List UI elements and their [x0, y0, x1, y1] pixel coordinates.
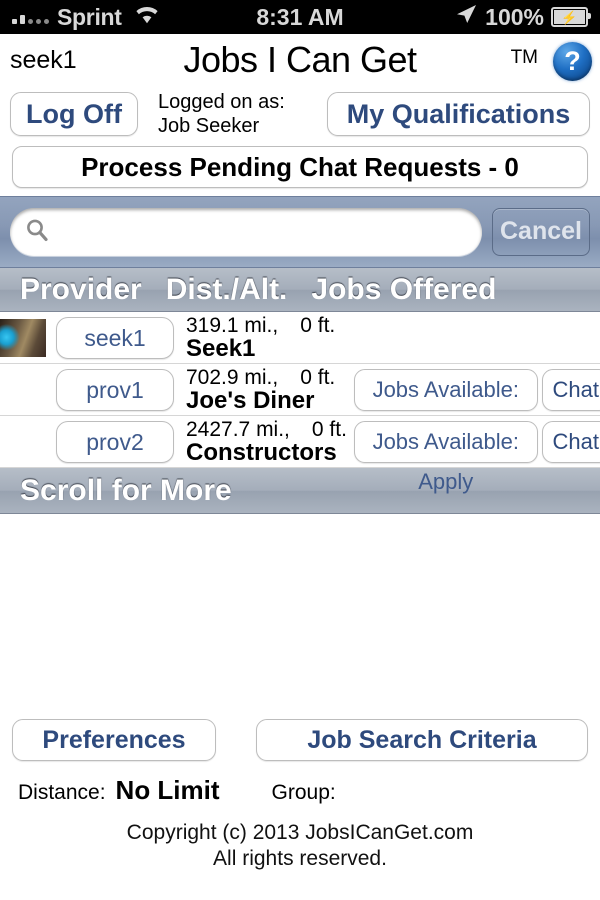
table-row[interactable]: seek1 319.1 mi., 0 ft. Seek1: [0, 312, 600, 364]
battery-percent-label: 100%: [485, 3, 544, 30]
status-bar: Sprint 8:31 AM 100% ⚡: [0, 0, 600, 34]
account-action-row: Log Off Logged on as: Job Seeker My Qual…: [0, 86, 600, 140]
logged-on-label: Logged on as:: [158, 91, 285, 113]
altitude-value: 0 ft.: [300, 313, 336, 337]
search-icon: [24, 217, 50, 248]
distance-line: 2427.7 mi., 0 ft.: [186, 417, 354, 441]
distance-block: 319.1 mi., 0 ft. Seek1: [186, 313, 354, 362]
search-cancel-button[interactable]: Cancel: [492, 208, 590, 256]
column-header-provider: Provider: [20, 272, 142, 306]
altitude-value: 0 ft.: [300, 365, 336, 389]
scroll-for-more-bar[interactable]: Scroll for More: [0, 468, 600, 514]
provider-thumbnail: [0, 318, 46, 357]
altitude-value: 0 ft.: [311, 417, 347, 441]
table-row[interactable]: prov2 2427.7 mi., 0 ft. Constructors Jobs…: [0, 416, 600, 494]
help-icon[interactable]: ?: [553, 42, 592, 81]
empty-list-area: [0, 514, 600, 719]
status-bar-left: Sprint: [12, 3, 160, 31]
jobs-available-apply-button[interactable]: Jobs Available: Apply: [354, 420, 538, 494]
provider-name: Constructors: [186, 438, 337, 466]
process-pending-chat-requests-button[interactable]: Process Pending Chat Requests - 0: [12, 146, 588, 188]
provider-name: Joe's Diner: [186, 386, 315, 414]
distance-block: 2427.7 mi., 0 ft. Constructors: [186, 417, 354, 466]
group-filter-label: Group:: [271, 781, 336, 804]
search-bar: Cancel: [0, 196, 600, 268]
provider-id-button[interactable]: prov2: [56, 420, 174, 463]
title-bar: seek1 Jobs I Can Get TM ?: [0, 34, 600, 86]
distance-value: 319.1 mi.,: [186, 313, 279, 337]
filter-summary-row: Distance: No Limit Group:: [0, 761, 600, 806]
distance-filter-value: No Limit: [115, 775, 220, 805]
trademark-label: TM: [510, 47, 538, 68]
column-header-distance: Dist./Alt.: [165, 272, 288, 306]
logged-on-role: Job Seeker: [158, 115, 260, 137]
copyright-block: Copyright (c) 2013 JobsICanGet.com All r…: [0, 806, 600, 872]
distance-line: 319.1 mi., 0 ft.: [186, 313, 354, 337]
my-qualifications-button[interactable]: My Qualifications: [327, 92, 590, 136]
provider-id-button[interactable]: seek1: [56, 316, 174, 359]
distance-filter-label: Distance:: [18, 781, 106, 804]
chat-button[interactable]: Chat: [541, 368, 600, 411]
carrier-label: Sprint: [57, 3, 122, 30]
copyright-line-1: Copyright (c) 2013 JobsICanGet.com: [126, 821, 474, 844]
distance-value: 2427.7 mi.,: [186, 417, 290, 441]
log-off-button[interactable]: Log Off: [10, 92, 138, 136]
logged-in-user-tag: seek1: [10, 45, 77, 74]
provider-list: seek1 319.1 mi., 0 ft. Seek1 prov1 702.9 …: [0, 312, 600, 494]
distance-value: 702.9 mi.,: [186, 365, 279, 389]
row-actions: Jobs Available: Apply Chat: [354, 368, 600, 442]
table-header: Provider Dist./Alt. Jobs Offered: [0, 268, 600, 312]
distance-block: 702.9 mi., 0 ft. Joe's Diner: [186, 365, 354, 414]
provider-id-button[interactable]: prov1: [56, 368, 174, 411]
distance-line: 702.9 mi., 0 ft.: [186, 365, 354, 389]
status-bar-right: 100% ⚡: [454, 3, 591, 31]
search-input[interactable]: [60, 217, 468, 247]
battery-charging-icon: ⚡: [551, 7, 591, 27]
signal-bars-icon: [12, 10, 49, 24]
logged-on-as-block: Logged on as: Job Seeker: [146, 90, 285, 138]
chat-requests-row: Process Pending Chat Requests - 0: [0, 140, 600, 196]
jobs-available-apply-button[interactable]: Jobs Available: Apply: [354, 368, 538, 442]
job-search-criteria-button[interactable]: Job Search Criteria: [256, 719, 588, 761]
search-field[interactable]: [10, 208, 482, 256]
copyright-line-2: All rights reserved.: [213, 847, 387, 870]
location-arrow-icon: [454, 3, 478, 31]
preferences-button[interactable]: Preferences: [12, 719, 216, 761]
provider-name: Seek1: [186, 334, 256, 362]
table-row[interactable]: prov1 702.9 mi., 0 ft. Joe's Diner Jobs A…: [0, 364, 600, 442]
wifi-icon: [134, 3, 160, 31]
scroll-for-more-label: Scroll for More: [20, 473, 232, 507]
column-header-jobs-offered: Jobs Offered: [311, 272, 497, 306]
row-actions: Jobs Available: Apply Chat: [354, 420, 600, 494]
chat-button[interactable]: Chat: [541, 420, 600, 463]
footer-button-row: Preferences Job Search Criteria: [0, 719, 600, 761]
